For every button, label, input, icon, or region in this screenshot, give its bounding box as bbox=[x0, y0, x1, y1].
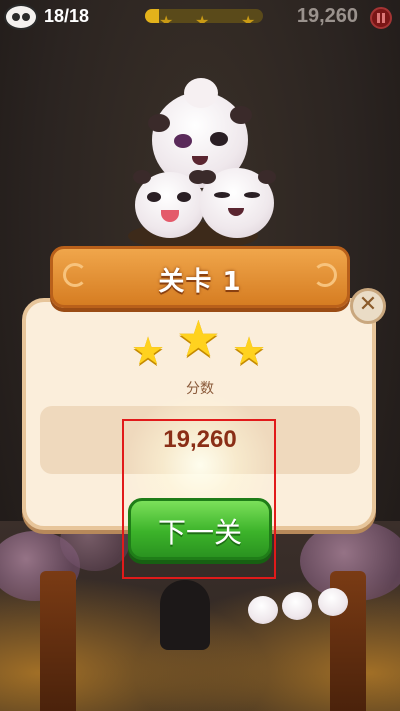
star-progress-fill bbox=[145, 9, 160, 23]
panda-baby-left-character bbox=[133, 170, 207, 238]
progress-star-icon: ★ bbox=[195, 12, 210, 24]
close-button[interactable]: ✕ bbox=[350, 288, 386, 324]
star-icon: ★ bbox=[176, 310, 221, 368]
moves-counter: 18/18 bbox=[44, 6, 90, 26]
panda-character bbox=[160, 580, 210, 650]
panda-baby-right-character bbox=[198, 168, 276, 238]
star-progress-bar: ★ ★ ★ bbox=[145, 9, 263, 23]
baby-panda-bubble bbox=[318, 588, 348, 616]
highlight-box bbox=[122, 419, 276, 579]
level-banner: 关卡 1 bbox=[50, 246, 350, 308]
star-icon: ★ bbox=[131, 329, 166, 373]
baby-panda-bubble bbox=[248, 596, 278, 624]
star-icon: ★ bbox=[232, 329, 267, 373]
progress-star-icon: ★ bbox=[159, 12, 174, 24]
baby-panda-bubble bbox=[282, 592, 312, 620]
close-icon: ✕ bbox=[358, 292, 378, 317]
level-title: 关卡 1 bbox=[158, 267, 242, 297]
panda-avatar-icon bbox=[4, 4, 38, 30]
top-score: 19,260 bbox=[296, 5, 358, 27]
pause-button[interactable] bbox=[370, 7, 392, 29]
top-bar: 18/18 ★ ★ ★ 19,260 bbox=[0, 0, 400, 34]
progress-star-icon: ★ bbox=[241, 12, 256, 24]
